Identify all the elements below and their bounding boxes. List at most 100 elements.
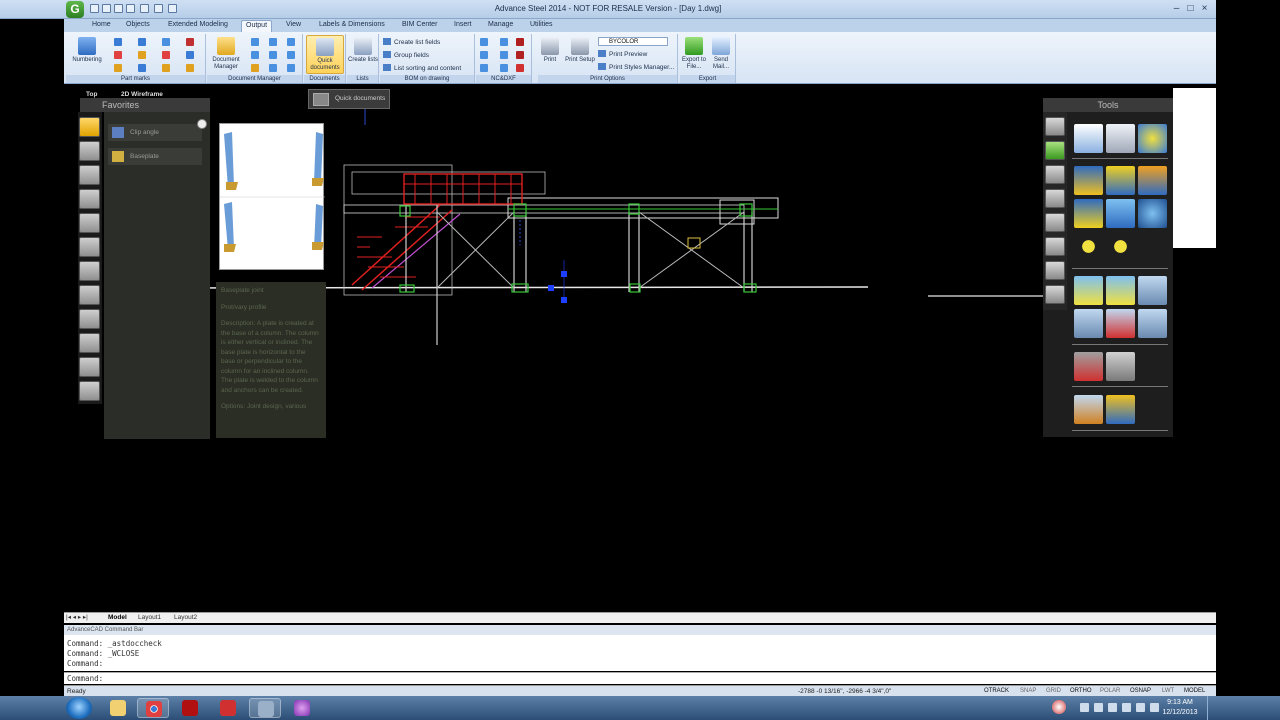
acrobat-icon[interactable] xyxy=(174,698,206,718)
tool-icon[interactable] xyxy=(1074,199,1103,228)
tray-app-icon[interactable] xyxy=(1052,700,1066,714)
category-stiffener-icon[interactable] xyxy=(79,285,100,305)
tool-category-icon[interactable] xyxy=(1045,213,1065,232)
tool-icon[interactable] xyxy=(1074,166,1103,195)
tool-category-icon[interactable] xyxy=(1045,285,1065,304)
layout-nav[interactable]: |◂ ◂ ▸ ▸| xyxy=(66,613,88,623)
tool-icon[interactable] xyxy=(1106,124,1135,153)
separator xyxy=(1072,158,1168,159)
bolt-pattern-icon[interactable] xyxy=(1074,232,1103,261)
tab-model[interactable]: Model xyxy=(108,613,127,623)
tray-arrow-icon[interactable] xyxy=(1080,703,1089,712)
category-bolt-icon[interactable] xyxy=(79,237,100,257)
tool-category-icon[interactable] xyxy=(1045,189,1065,208)
tool-icon[interactable] xyxy=(1106,166,1135,195)
tool-icon[interactable] xyxy=(1106,352,1135,381)
category-stair-icon[interactable] xyxy=(79,333,100,353)
tool-icon[interactable] xyxy=(1138,124,1167,153)
status-bar: Ready -2788 -0 13/16", -2966 -4 3/4",0" … xyxy=(64,685,1216,696)
tools-title[interactable]: Tools xyxy=(1043,98,1173,112)
tooltip-text: Quick documents xyxy=(335,95,386,102)
baseplate-icon xyxy=(112,151,124,162)
connection xyxy=(513,203,527,217)
tool-category-icon[interactable] xyxy=(1045,165,1065,184)
tool-icon[interactable] xyxy=(1138,166,1167,195)
tool-icon[interactable] xyxy=(1074,395,1103,424)
separator xyxy=(1072,430,1168,431)
platform-outline xyxy=(351,171,546,195)
grip[interactable] xyxy=(548,285,554,291)
favorites-title[interactable]: Favorites xyxy=(80,98,210,112)
tool-icon[interactable] xyxy=(1106,276,1135,305)
tool-icon[interactable] xyxy=(1138,199,1167,228)
category-plate-icon[interactable] xyxy=(79,141,100,161)
favorite-item-baseplate[interactable]: Baseplate xyxy=(108,148,202,165)
visual-style[interactable]: 2D Wireframe xyxy=(121,91,163,98)
clock-date: 12/12/2013 xyxy=(1162,709,1198,716)
command-line: Command: _astdoccheck xyxy=(67,639,162,648)
joint-description: Baseplate joint Prot/vary profile Descri… xyxy=(216,282,326,438)
tray-power-icon[interactable] xyxy=(1150,703,1159,712)
quick-documents-tooltip: Quick documents xyxy=(308,89,390,109)
tab-layout2[interactable]: Layout2 xyxy=(174,613,197,623)
tool-icon[interactable] xyxy=(1106,199,1135,228)
category-cut-icon[interactable] xyxy=(79,381,100,401)
command-input[interactable]: Command: xyxy=(64,672,1216,684)
layout-tabs: |◂ ◂ ▸ ▸| Model Layout1 Layout2 xyxy=(64,612,1216,623)
description-options: Options: Joint design, various xyxy=(221,403,307,410)
side-panel xyxy=(1173,88,1216,248)
autocad-icon[interactable] xyxy=(212,698,244,718)
description-title: Baseplate joint xyxy=(221,287,264,294)
app-flower-icon[interactable] xyxy=(286,698,318,718)
separator xyxy=(1072,344,1168,345)
category-column-icon[interactable] xyxy=(79,165,100,185)
category-bracing-icon[interactable] xyxy=(79,309,100,329)
tab-layout1[interactable]: Layout1 xyxy=(138,613,161,623)
description-subtitle: Prot/vary profile xyxy=(221,303,267,311)
category-beam-icon[interactable] xyxy=(79,189,100,209)
command-history: Command: _astdoccheck Command: _WCLOSE C… xyxy=(64,635,1216,671)
category-splice-icon[interactable] xyxy=(79,261,100,281)
tray-network-icon[interactable] xyxy=(1108,703,1117,712)
tool-category-icon[interactable] xyxy=(1045,237,1065,256)
tool-icon[interactable] xyxy=(1074,124,1103,153)
baseplate-mark xyxy=(399,284,415,293)
tool-icon[interactable] xyxy=(1106,309,1135,338)
tray-volume-icon[interactable] xyxy=(1136,703,1145,712)
tool-category-icon[interactable] xyxy=(1045,261,1065,280)
tool-icon[interactable] xyxy=(1138,309,1167,338)
tool-icon[interactable] xyxy=(1074,309,1103,338)
tray-display-icon[interactable] xyxy=(1122,703,1131,712)
tool-category-icon[interactable] xyxy=(1045,117,1065,136)
bolt-pattern-icon[interactable] xyxy=(1106,232,1135,261)
joint-preview-image xyxy=(219,123,325,270)
taskbar: 9:13 AM 12/12/2013 xyxy=(0,696,1280,720)
column-preview xyxy=(224,132,234,188)
category-joint-icon[interactable] xyxy=(79,213,100,233)
advance-steel-icon[interactable] xyxy=(249,698,281,718)
quick-documents-icon xyxy=(313,93,329,106)
windows-start-icon[interactable] xyxy=(66,697,92,719)
chrome-icon[interactable] xyxy=(137,698,169,718)
wrench-icon[interactable] xyxy=(1045,141,1065,160)
command-line: Command: xyxy=(67,659,104,668)
show-desktop-button[interactable] xyxy=(1207,696,1216,720)
clip-angle-icon xyxy=(112,127,124,138)
favorites-star-icon[interactable] xyxy=(79,117,100,137)
tray-flag-icon[interactable] xyxy=(1094,703,1103,712)
pin-icon[interactable] xyxy=(197,119,207,129)
tool-icon[interactable] xyxy=(1138,276,1167,305)
stair-stringer xyxy=(361,209,453,291)
view-name[interactable]: Top xyxy=(86,91,97,98)
command-bar-title: AdvanceCAD Command Bar xyxy=(64,625,1216,635)
tool-icon[interactable] xyxy=(1074,276,1103,305)
category-cross-icon[interactable] xyxy=(79,357,100,377)
tool-icon[interactable] xyxy=(1074,352,1103,381)
explorer-icon[interactable] xyxy=(102,698,134,718)
favorite-item-clip-angle[interactable]: Clip angle xyxy=(108,124,202,141)
clock[interactable]: 9:13 AM 12/12/2013 xyxy=(1160,698,1200,718)
separator xyxy=(1072,386,1168,387)
favorite-label: Baseplate xyxy=(130,153,159,160)
connection xyxy=(399,205,411,217)
tool-icon[interactable] xyxy=(1106,395,1135,424)
